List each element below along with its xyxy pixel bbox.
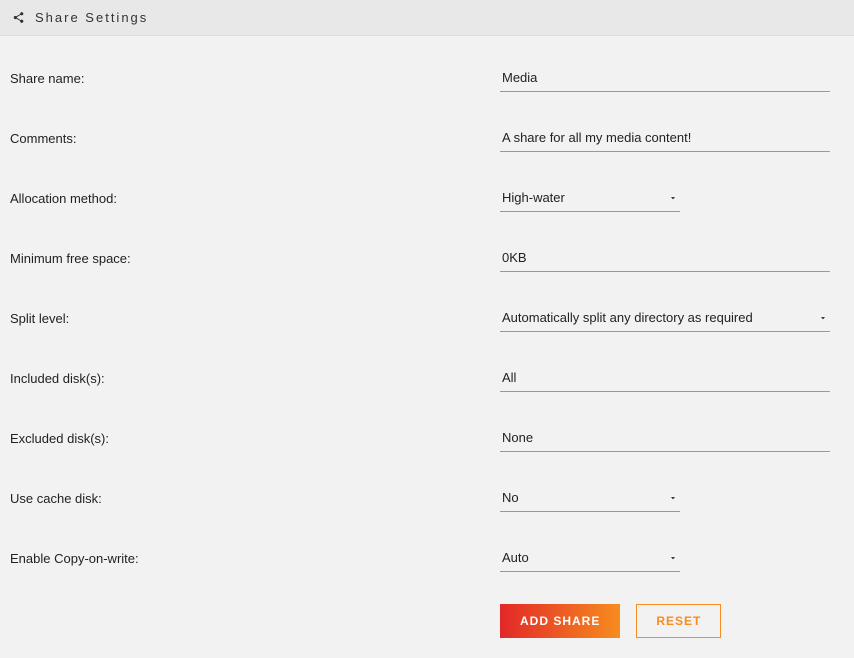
row-comments: Comments: [10, 124, 844, 152]
label-split-level: Split level: [10, 311, 500, 326]
label-included: Included disk(s): [10, 371, 500, 386]
label-use-cache: Use cache disk: [10, 491, 500, 506]
input-share-name[interactable] [500, 64, 830, 92]
input-included[interactable] [500, 364, 830, 392]
label-min-free: Minimum free space: [10, 251, 500, 266]
chevron-down-icon [818, 313, 828, 323]
select-cow[interactable]: Auto [500, 544, 680, 572]
select-use-cache[interactable]: No [500, 484, 680, 512]
row-share-name: Share name: [10, 64, 844, 92]
select-use-cache-value: No [502, 490, 519, 505]
chevron-down-icon [668, 493, 678, 503]
settings-header: Share Settings [0, 0, 854, 36]
reset-button[interactable]: RESET [636, 604, 721, 638]
button-row: ADD SHARE RESET [500, 604, 844, 638]
row-split-level: Split level: Automatically split any dir… [10, 304, 844, 332]
row-use-cache: Use cache disk: No [10, 484, 844, 512]
chevron-down-icon [668, 193, 678, 203]
label-allocation: Allocation method: [10, 191, 500, 206]
input-min-free[interactable] [500, 244, 830, 272]
select-allocation[interactable]: High-water [500, 184, 680, 212]
select-split-level-value: Automatically split any directory as req… [502, 310, 753, 325]
select-allocation-value: High-water [502, 190, 565, 205]
row-allocation: Allocation method: High-water [10, 184, 844, 212]
share-icon [12, 11, 25, 24]
label-excluded: Excluded disk(s): [10, 431, 500, 446]
row-excluded: Excluded disk(s): [10, 424, 844, 452]
form-content: Share name: Comments: Allocation method:… [0, 36, 854, 658]
label-share-name: Share name: [10, 71, 500, 86]
label-cow: Enable Copy-on-write: [10, 551, 500, 566]
row-min-free: Minimum free space: [10, 244, 844, 272]
label-comments: Comments: [10, 131, 500, 146]
input-excluded[interactable] [500, 424, 830, 452]
input-comments[interactable] [500, 124, 830, 152]
row-included: Included disk(s): [10, 364, 844, 392]
add-share-button[interactable]: ADD SHARE [500, 604, 620, 638]
page-title: Share Settings [35, 10, 148, 25]
select-split-level[interactable]: Automatically split any directory as req… [500, 304, 830, 332]
chevron-down-icon [668, 553, 678, 563]
select-cow-value: Auto [502, 550, 529, 565]
row-cow: Enable Copy-on-write: Auto [10, 544, 844, 572]
